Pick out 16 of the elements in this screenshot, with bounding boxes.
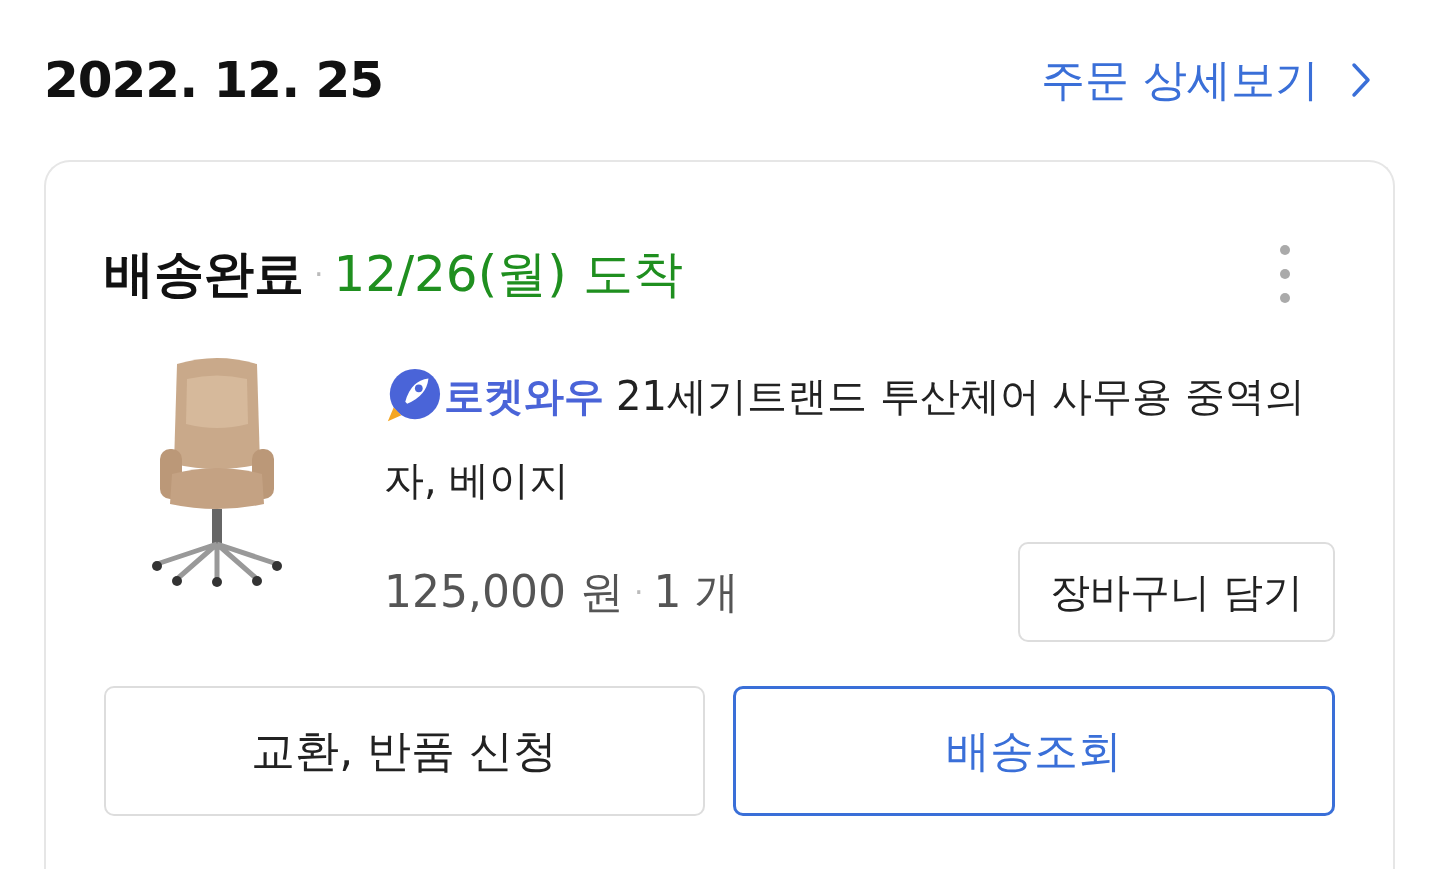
arrival-date: 12/26(월) 도착 [333,243,683,305]
product-title: 21세기트랜드 투산체어 사무용 중역의 [616,372,1306,421]
product-price: 125,000 원 [384,564,624,619]
order-action-button[interactable]: 배송조회 [732,686,1335,816]
separator-dot: · [314,256,324,292]
add-to-cart-button[interactable]: 장바구니 담기 [1018,542,1335,642]
order-date: 2022. 12. 25 [44,51,384,109]
more-options-icon[interactable] [1279,244,1291,304]
rocket-wow-label: 로켓와우 [444,372,604,421]
product-title: 자, 베이지 [384,457,570,503]
product-quantity: 1 개 [653,564,740,619]
delivery-status: 배송완료 [104,243,304,305]
order-action-button[interactable]: 교환, 반품 신청 [104,686,705,816]
order-detail-link[interactable]: 주문 상세보기 [1041,50,1371,110]
chevron-right-icon [1351,62,1371,98]
separator-dot: · [633,574,644,610]
